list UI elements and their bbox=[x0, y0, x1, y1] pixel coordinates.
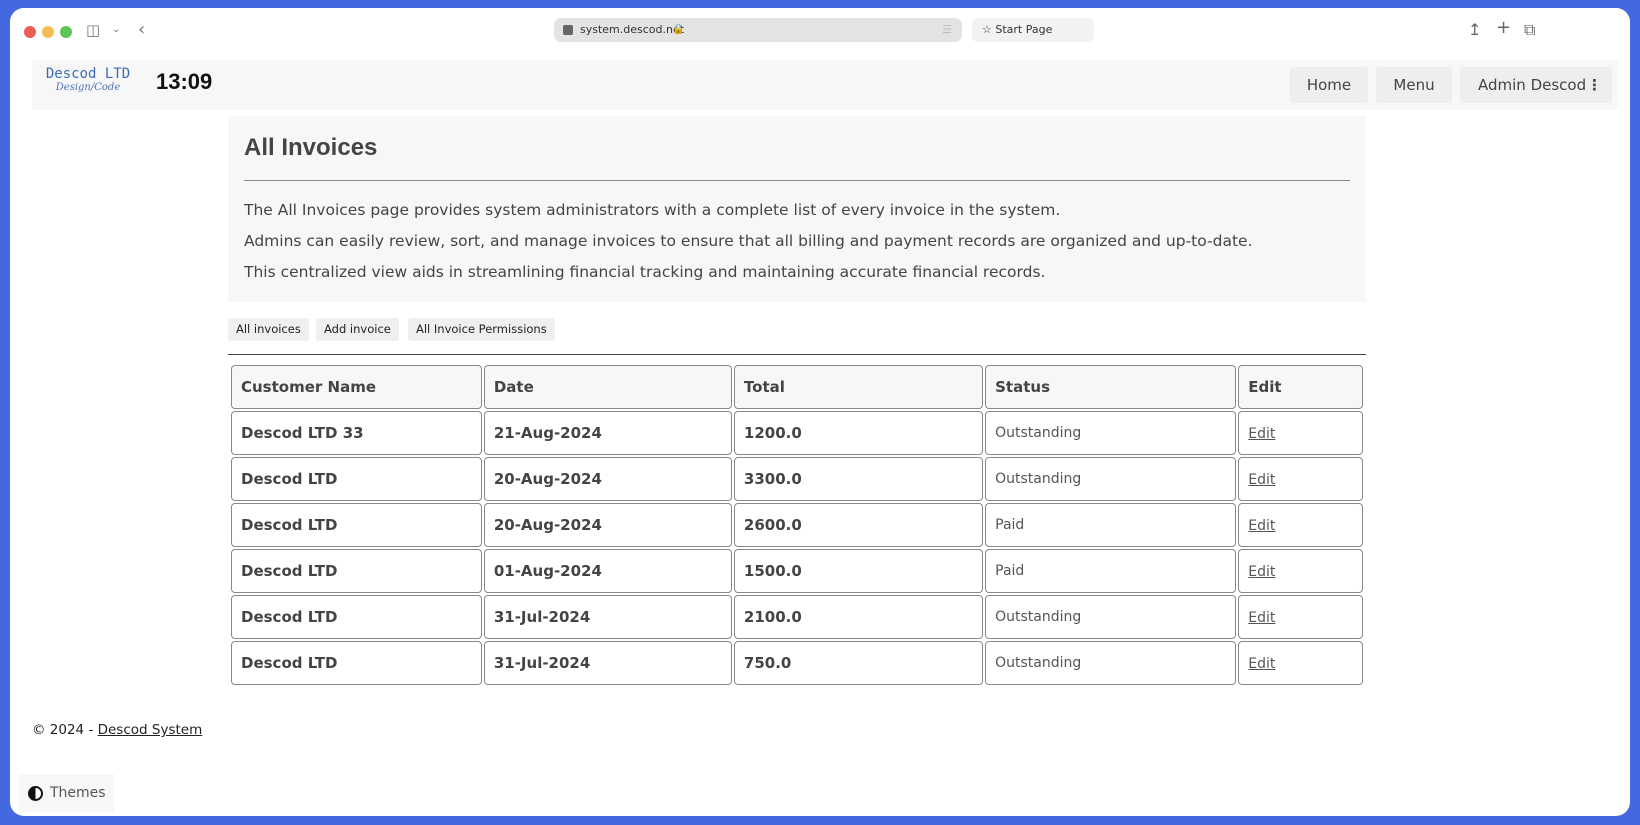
date-cell: 21-Aug-2024 bbox=[483, 411, 732, 455]
table-row: Descod LTD 31-Jul-2024 2100.0 Outstandin… bbox=[231, 595, 1363, 639]
total-cell: 1500.0 bbox=[733, 549, 984, 593]
user-menu-button[interactable]: Admin Descod ⋮ bbox=[1460, 67, 1612, 103]
footer: © 2024 - Descod System bbox=[32, 722, 202, 738]
edit-cell: Edit bbox=[1238, 411, 1363, 455]
clock: 13:09 bbox=[156, 69, 213, 94]
section-divider bbox=[228, 354, 1366, 355]
minimize-window-button[interactable] bbox=[42, 26, 54, 38]
status-cell: Paid bbox=[985, 503, 1237, 547]
logo-main-text: Descod LTD bbox=[45, 66, 131, 82]
footer-link[interactable]: Descod System bbox=[98, 722, 203, 738]
header-edit: Edit bbox=[1238, 365, 1363, 409]
themes-label: Themes bbox=[50, 785, 106, 801]
customer-cell: Descod LTD bbox=[231, 457, 482, 501]
page-title: All Invoices bbox=[244, 134, 378, 161]
tab-start-page[interactable]: ☆ Start Page bbox=[972, 18, 1094, 42]
total-cell: 750.0 bbox=[733, 641, 984, 685]
status-cell: Paid bbox=[985, 549, 1237, 593]
nav-home-button[interactable]: Home bbox=[1290, 67, 1368, 103]
tab-overview-icon[interactable]: ⧉ bbox=[1524, 20, 1535, 40]
title-divider bbox=[244, 180, 1350, 181]
table-row: Descod LTD 20-Aug-2024 2600.0 Paid Edit bbox=[231, 503, 1363, 547]
user-name: Admin Descod bbox=[1478, 76, 1587, 94]
total-cell: 3300.0 bbox=[733, 457, 984, 501]
logo-sub-text: Design/Code bbox=[55, 82, 121, 93]
browser-toolbar: ◫ ⌄ ‹ system.descod.net 🔒 ☰ ☆ Start Page… bbox=[10, 8, 1630, 52]
status-cell: Outstanding bbox=[985, 641, 1237, 685]
edit-link[interactable]: Edit bbox=[1248, 564, 1275, 580]
reader-icon[interactable]: ☰ bbox=[942, 18, 952, 42]
table-row: Descod LTD 01-Aug-2024 1500.0 Paid Edit bbox=[231, 549, 1363, 593]
total-cell: 2100.0 bbox=[733, 595, 984, 639]
url-text: system.descod.net bbox=[580, 23, 685, 36]
status-cell: Outstanding bbox=[985, 595, 1237, 639]
status-cell: Outstanding bbox=[985, 457, 1237, 501]
edit-cell: Edit bbox=[1238, 457, 1363, 501]
star-icon: ☆ bbox=[982, 23, 992, 36]
share-icon[interactable]: ↥ bbox=[1468, 20, 1481, 39]
table-header-row: Customer Name Date Total Status Edit bbox=[231, 365, 1363, 409]
kebab-menu-icon: ⋮ bbox=[1587, 76, 1602, 94]
date-cell: 01-Aug-2024 bbox=[483, 549, 732, 593]
intro-paragraph: The All Invoices page provides system ad… bbox=[244, 201, 1061, 219]
customer-cell: Descod LTD bbox=[231, 549, 482, 593]
edit-link[interactable]: Edit bbox=[1248, 472, 1275, 488]
header-customer-name[interactable]: Customer Name bbox=[231, 365, 482, 409]
date-cell: 20-Aug-2024 bbox=[483, 457, 732, 501]
edit-link[interactable]: Edit bbox=[1248, 610, 1275, 626]
customer-cell: Descod LTD bbox=[231, 595, 482, 639]
table-row: Descod LTD 33 21-Aug-2024 1200.0 Outstan… bbox=[231, 411, 1363, 455]
lock-icon: 🔒 bbox=[672, 24, 685, 35]
contrast-icon bbox=[28, 786, 43, 801]
date-cell: 20-Aug-2024 bbox=[483, 503, 732, 547]
chevron-down-icon[interactable]: ⌄ bbox=[112, 20, 120, 40]
site-navbar: Descod LTD Design/Code 13:09 Home Menu A… bbox=[32, 60, 1618, 110]
date-cell: 31-Jul-2024 bbox=[483, 595, 732, 639]
total-cell: 1200.0 bbox=[733, 411, 984, 455]
tab-label: Start Page bbox=[995, 23, 1053, 36]
close-window-button[interactable] bbox=[24, 26, 36, 38]
header-status[interactable]: Status bbox=[985, 365, 1237, 409]
themes-button[interactable]: Themes bbox=[18, 774, 114, 812]
status-cell: Outstanding bbox=[985, 411, 1237, 455]
intro-paragraph: Admins can easily review, sort, and mana… bbox=[244, 232, 1253, 250]
customer-cell: Descod LTD 33 bbox=[231, 411, 482, 455]
edit-cell: Edit bbox=[1238, 641, 1363, 685]
nav-menu-button[interactable]: Menu bbox=[1376, 67, 1452, 103]
header-date[interactable]: Date bbox=[483, 365, 732, 409]
logo[interactable]: Descod LTD Design/Code bbox=[40, 66, 136, 93]
invoices-table: Customer Name Date Total Status Edit Des… bbox=[229, 363, 1365, 687]
sidebar-toggle-icon[interactable]: ◫ bbox=[86, 20, 100, 40]
page-intro: All Invoices The All Invoices page provi… bbox=[228, 116, 1366, 302]
header-total[interactable]: Total bbox=[733, 365, 984, 409]
edit-cell: Edit bbox=[1238, 549, 1363, 593]
edit-cell: Edit bbox=[1238, 595, 1363, 639]
customer-cell: Descod LTD bbox=[231, 641, 482, 685]
browser-window: ◫ ⌄ ‹ system.descod.net 🔒 ☰ ☆ Start Page… bbox=[10, 8, 1630, 816]
new-tab-icon[interactable]: + bbox=[1496, 17, 1511, 38]
intro-paragraph: This centralized view aids in streamlini… bbox=[244, 263, 1046, 281]
edit-link[interactable]: Edit bbox=[1248, 656, 1275, 672]
maximize-window-button[interactable] bbox=[60, 26, 72, 38]
all-invoices-button[interactable]: All invoices bbox=[228, 318, 309, 341]
add-invoice-button[interactable]: Add invoice bbox=[316, 318, 399, 341]
table-row: Descod LTD 31-Jul-2024 750.0 Outstanding… bbox=[231, 641, 1363, 685]
copyright-text: © 2024 - bbox=[32, 722, 98, 738]
edit-link[interactable]: Edit bbox=[1248, 426, 1275, 442]
customer-cell: Descod LTD bbox=[231, 503, 482, 547]
invoice-permissions-button[interactable]: All Invoice Permissions bbox=[408, 318, 555, 341]
address-bar[interactable]: system.descod.net 🔒 ☰ bbox=[554, 18, 962, 42]
site-favicon-icon bbox=[563, 25, 573, 35]
date-cell: 31-Jul-2024 bbox=[483, 641, 732, 685]
table-row: Descod LTD 20-Aug-2024 3300.0 Outstandin… bbox=[231, 457, 1363, 501]
edit-link[interactable]: Edit bbox=[1248, 518, 1275, 534]
edit-cell: Edit bbox=[1238, 503, 1363, 547]
back-icon[interactable]: ‹ bbox=[138, 20, 145, 40]
total-cell: 2600.0 bbox=[733, 503, 984, 547]
